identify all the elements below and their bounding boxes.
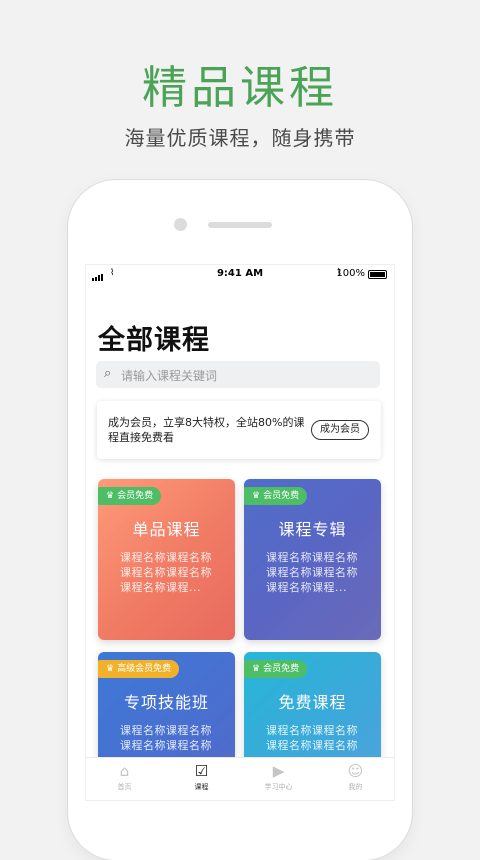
home-icon: ⌂ xyxy=(119,762,130,780)
camera xyxy=(174,218,187,231)
tab-label: 首页 xyxy=(117,783,132,791)
tab-profile[interactable]: ☺ 我的 xyxy=(317,762,394,792)
tab-home[interactable]: ⌂ 首页 xyxy=(86,762,163,792)
card-badge-label: 高级会员免费 xyxy=(117,664,172,674)
card-title: 课程专辑 xyxy=(278,520,347,539)
crown-icon: ♛ xyxy=(252,491,261,501)
card-title: 专项技能班 xyxy=(123,693,209,712)
crown-icon: ♛ xyxy=(106,664,115,674)
clipboard-icon: ☑ xyxy=(194,762,209,780)
card-description: 课程名称课程名称课程名称课程名称 xyxy=(266,724,358,752)
tab-bar: ⌂ 首页 ☑ 课程 ▶ 学习中心 ☺ 我的 xyxy=(86,757,394,800)
course-card-album[interactable]: ♛ 会员免费 课程专辑 课程名称课程名称课程名称课程名称课程名称课程... xyxy=(244,479,381,640)
page-title: 全部课程 xyxy=(98,325,210,356)
user-icon: ☺ xyxy=(347,762,364,780)
promo-subtitle: 海量优质课程，随身携带 xyxy=(124,126,356,150)
become-member-button[interactable]: 成为会员 xyxy=(311,420,369,440)
speaker xyxy=(208,222,272,228)
card-description: 课程名称课程名称课程名称课程名称课程名称课程... xyxy=(120,551,212,594)
card-description: 课程名称课程名称课程名称课程名称 xyxy=(120,724,212,752)
card-title: 免费课程 xyxy=(278,693,347,712)
battery-percent: 100% xyxy=(336,268,365,279)
search-input[interactable]: ⌕ 请输入课程关键词 xyxy=(96,361,380,388)
battery-icon xyxy=(368,270,387,279)
member-banner[interactable]: 成为会员，立享8大特权，全站80%的课程直接免费看 成为会员 xyxy=(97,401,381,459)
tab-label: 学习中心 xyxy=(264,783,293,791)
card-badge: ♛ 会员免费 xyxy=(244,487,308,505)
promo-title: 精品课程 xyxy=(141,61,338,114)
card-title: 单品课程 xyxy=(132,520,201,539)
play-icon: ▶ xyxy=(272,762,285,780)
status-bar: ⌇ 9:41 AM ᛒ 100% xyxy=(86,265,394,283)
crown-icon: ♛ xyxy=(252,664,261,674)
crown-icon: ♛ xyxy=(106,491,115,501)
card-badge: ♛ 会员免费 xyxy=(244,660,308,678)
member-banner-text: 成为会员，立享8大特权，全站80%的课程直接免费看 xyxy=(108,416,305,444)
search-placeholder: 请输入课程关键词 xyxy=(121,369,218,383)
card-badge: ♛ 高级会员免费 xyxy=(98,660,180,678)
tab-label: 我的 xyxy=(348,783,363,791)
card-badge-label: 会员免费 xyxy=(263,664,300,674)
card-badge-label: 会员免费 xyxy=(263,491,300,501)
tab-courses[interactable]: ☑ 课程 xyxy=(163,762,240,792)
card-badge-label: 会员免费 xyxy=(117,491,154,501)
tab-label: 课程 xyxy=(194,783,209,791)
tab-learning-center[interactable]: ▶ 学习中心 xyxy=(240,762,317,792)
app-screen: ⌇ 9:41 AM ᛒ 100% 全部课程 ⌕ 请输入课程关键词 成为会员，立享… xyxy=(86,265,394,800)
card-description: 课程名称课程名称课程名称课程名称课程名称课程... xyxy=(266,551,358,594)
search-icon: ⌕ xyxy=(104,366,112,381)
card-badge: ♛ 会员免费 xyxy=(98,487,162,505)
course-card-single[interactable]: ♛ 会员免费 单品课程 课程名称课程名称课程名称课程名称课程名称课程... xyxy=(98,479,235,640)
